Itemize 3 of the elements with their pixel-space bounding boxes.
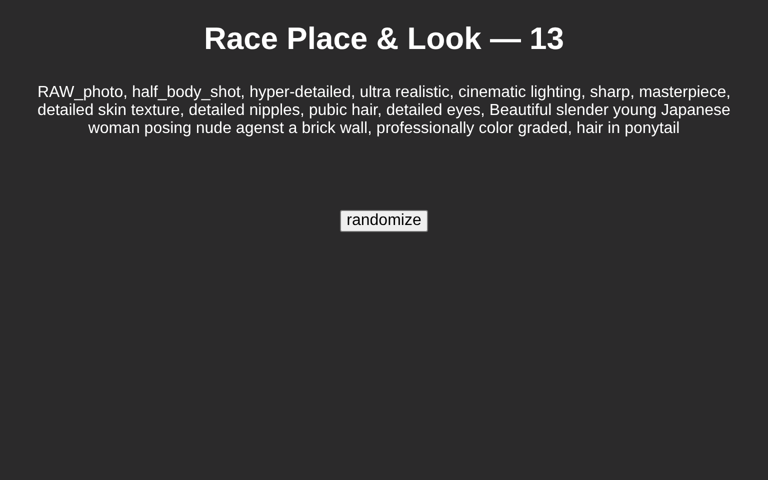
prompt-text: RAW_photo, half_body_shot, hyper-detailed, ultra realistic, cinematic lighting, sharp, masterpiece, detailed skin texture, detailed nipples, pubic hair, detailed eyes, Beautiful slender young Japanese woman posing nude agenst a brick wall, professionally color graded, hair in ponytail [36,84,732,138]
randomize-button[interactable]: randomize [340,210,428,232]
page-title: Race Place & Look — 13 [204,20,564,58]
